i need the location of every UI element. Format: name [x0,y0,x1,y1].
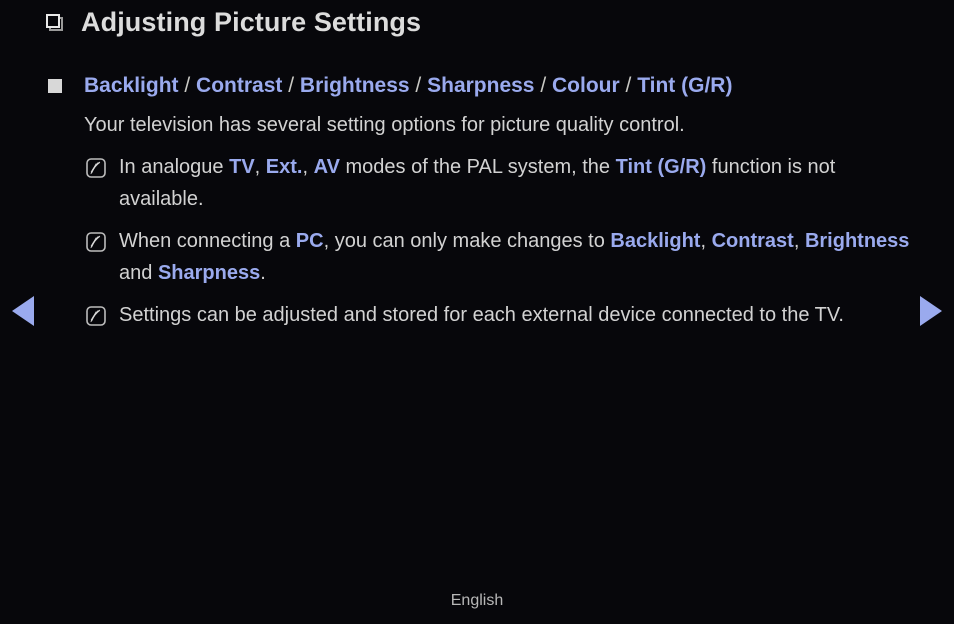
note-text: Settings can be adjusted and stored for … [119,304,844,326]
section-description: Your television has several setting opti… [84,114,685,136]
filled-square-bullet-icon [48,79,62,93]
note-item: In analogue TV, Ext., AV modes of the PA… [0,151,954,215]
hollow-square-icon [46,14,63,31]
note-item: When connecting a PC, you can only make … [0,225,954,289]
note-icon [86,232,106,252]
content-area: Backlight / Contrast / Brightness / Shar… [0,70,954,331]
note-item: Settings can be adjusted and stored for … [0,299,954,331]
next-page-arrow[interactable] [920,296,942,326]
note-text: When connecting a PC, you can only make … [119,230,910,284]
note-icon [86,306,106,326]
page-title-row: Adjusting Picture Settings [46,9,421,36]
note-icon [86,158,106,178]
footer-language: English [450,592,504,609]
previous-page-arrow[interactable] [12,296,34,326]
note-text: In analogue TV, Ext., AV modes of the PA… [119,156,836,210]
page-title: Adjusting Picture Settings [81,7,422,37]
section-heading: Backlight / Contrast / Brightness / Shar… [84,74,733,97]
section-heading-row: Backlight / Contrast / Brightness / Shar… [0,70,954,102]
emanual-page: Adjusting Picture Settings Backlight / C… [0,0,954,624]
